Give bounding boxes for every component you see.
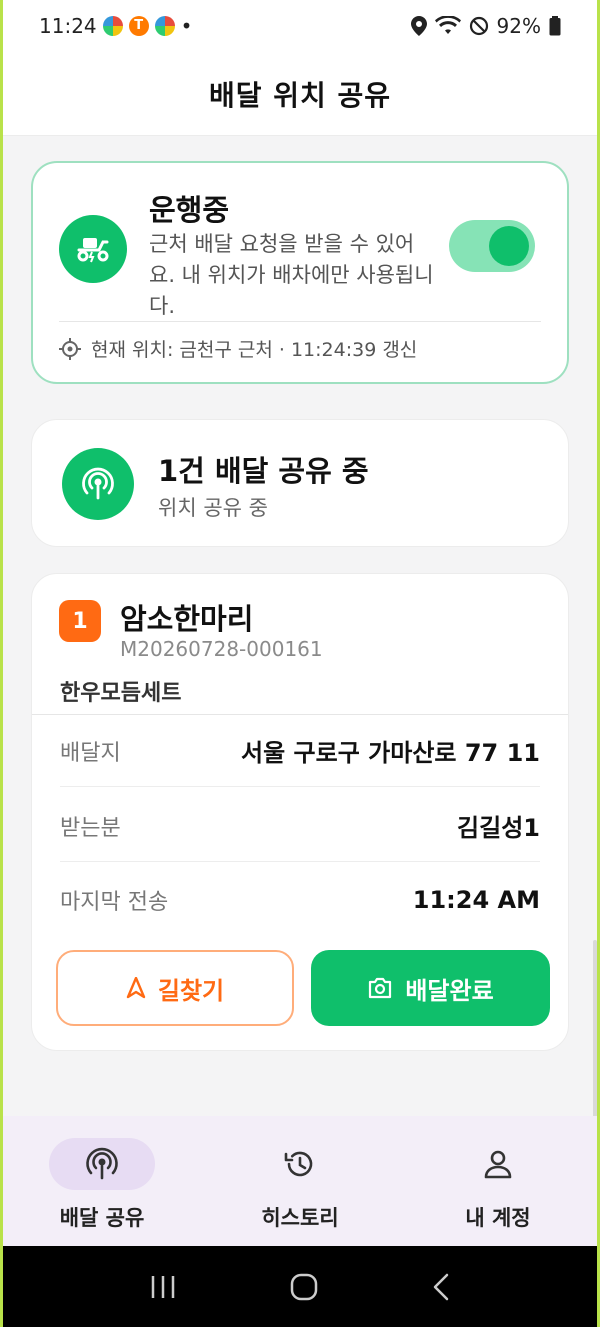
recipient-value: 김길성1	[457, 814, 540, 842]
history-icon	[284, 1151, 313, 1177]
home-icon[interactable]	[289, 1272, 319, 1302]
app-header: 배달 위치 공유	[3, 52, 597, 136]
status-bar: 11:24 T • 92%	[3, 0, 597, 52]
nav-delivery-share[interactable]: 배달 공유	[22, 1138, 182, 1232]
driving-toggle[interactable]	[449, 220, 535, 272]
toggle-knob	[489, 226, 529, 266]
nav-history[interactable]: 히스토리	[220, 1138, 380, 1232]
order-card: 1 암소한마리 M20260728-000161 한우모듬세트 배달지 서울 구…	[31, 573, 569, 1051]
scooter-icon	[77, 238, 109, 263]
status-time: 11:24	[39, 14, 97, 38]
more-notifications-dot: •	[180, 14, 193, 38]
location-text: 현재 위치: 금천구 근처 · 11:24:39 갱신	[91, 339, 418, 361]
store-name: 암소한마리	[120, 602, 254, 636]
divider	[59, 321, 541, 322]
sharing-subtitle: 위치 공유 중	[158, 496, 268, 520]
location-icon	[410, 16, 427, 36]
wifi-icon	[434, 16, 461, 34]
nav-my-account[interactable]: 내 계정	[418, 1138, 578, 1232]
status-title: 운행중	[149, 193, 230, 227]
scooter-icon-badge	[59, 215, 127, 283]
sharing-summary-card: 1건 배달 공유 중 위치 공유 중	[31, 419, 569, 547]
address-value: 서울 구로구 가마산로 77 11	[241, 739, 540, 767]
recipient-label: 받는분	[60, 815, 121, 841]
app-notification-icon	[102, 16, 123, 36]
broadcast-icon-badge	[62, 448, 134, 520]
last-sent-value: 11:24 AM	[412, 886, 540, 914]
navigation-arrow-icon	[126, 977, 146, 999]
broadcast-icon	[82, 467, 114, 500]
current-location: 현재 위치: 금천구 근처 · 11:24:39 갱신	[59, 335, 417, 362]
nav-label: 내 계정	[465, 1206, 531, 1230]
order-id: M20260728-000161	[120, 637, 323, 661]
system-navigation-bar	[3, 1246, 597, 1327]
navigate-button-label: 길찾기	[157, 976, 225, 1005]
address-row: 배달지 서울 구로구 가마산로 77 11	[60, 715, 540, 787]
nav-icon-container	[247, 1138, 353, 1190]
recipient-row: 받는분 김길성1	[60, 790, 540, 862]
order-number-badge: 1	[59, 600, 101, 642]
nav-icon-container	[445, 1138, 551, 1190]
status-description: 근처 배달 요청을 받을 수 있어요. 내 위치가 배차에만 사용됩니다.	[149, 232, 434, 318]
camera-icon	[369, 977, 392, 999]
crosshair-icon	[59, 337, 81, 360]
broadcast-icon	[86, 1147, 118, 1180]
nav-label: 배달 공유	[59, 1206, 145, 1230]
delivery-complete-button[interactable]: 배달완료	[311, 950, 550, 1026]
sharing-count-title: 1건 배달 공유 중	[158, 454, 369, 488]
do-not-disturb-icon	[469, 16, 488, 36]
back-icon[interactable]	[431, 1272, 451, 1302]
scrollbar[interactable]	[593, 940, 597, 1130]
driving-status-card: 운행중 근처 배달 요청을 받을 수 있어요. 내 위치가 배차에만 사용됩니다…	[31, 161, 569, 384]
battery-icon	[549, 16, 561, 36]
bottom-navigation: 배달 공유 히스토리 내 계정	[3, 1116, 597, 1246]
app-notification-icon-2	[154, 16, 175, 36]
nav-label: 히스토리	[261, 1206, 339, 1230]
nav-active-indicator	[49, 1138, 155, 1190]
recent-apps-icon[interactable]	[149, 1274, 177, 1300]
address-label: 배달지	[60, 740, 121, 766]
t-app-notification-icon: T	[128, 16, 149, 36]
page-title: 배달 위치 공유	[208, 78, 392, 112]
navigate-button[interactable]: 길찾기	[56, 950, 294, 1026]
battery-percent: 92%	[496, 14, 541, 38]
delivery-complete-label: 배달완료	[405, 976, 494, 1005]
product-name: 한우모듬세트	[60, 681, 182, 706]
last-sent-row: 마지막 전송 11:24 AM	[60, 864, 540, 936]
person-icon	[484, 1150, 512, 1179]
last-sent-label: 마지막 전송	[60, 890, 169, 915]
